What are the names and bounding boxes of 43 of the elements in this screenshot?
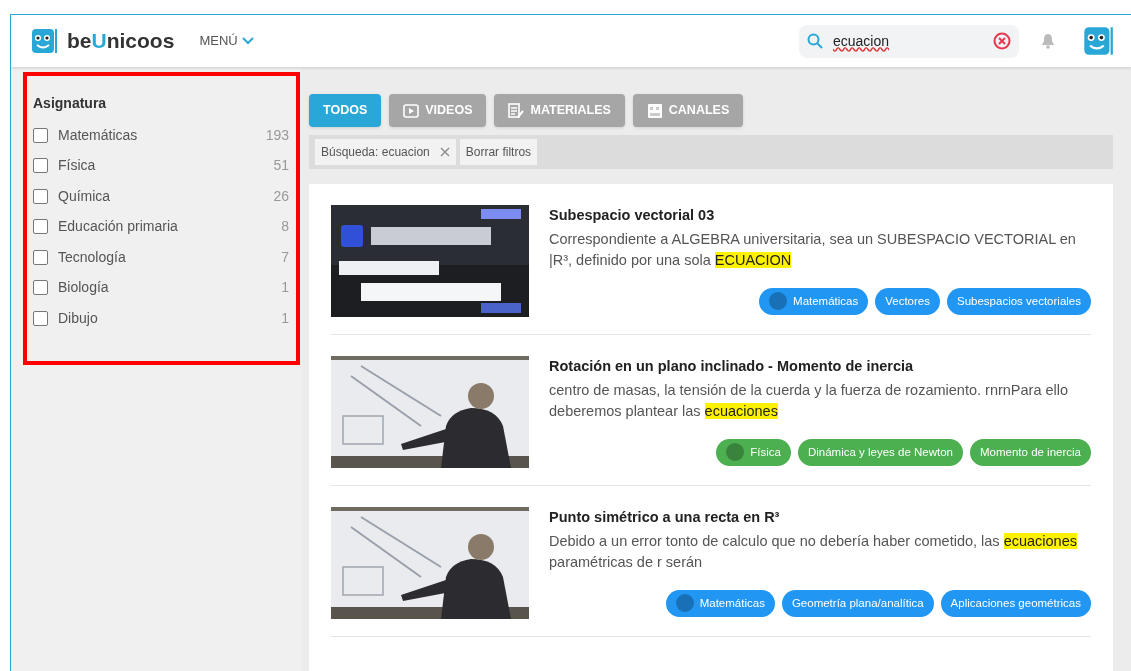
- item-count: 51: [273, 156, 289, 176]
- section-title: Asignatura: [33, 95, 108, 112]
- checkbox-label[interactable]: Matemáticas: [58, 124, 138, 146]
- clear-filters-button[interactable]: Borrar filtros: [459, 139, 538, 165]
- checkbox-label[interactable]: Dibujo: [58, 307, 98, 329]
- search-icon: [807, 33, 823, 49]
- checkbox-label[interactable]: Educación primaria: [58, 216, 178, 238]
- result-title[interactable]: Punto simétrico a una recta en R³: [549, 507, 1091, 529]
- close-icon[interactable]: [439, 147, 450, 157]
- checkbox[interactable]: [33, 158, 48, 174]
- clear-icon[interactable]: [993, 32, 1011, 50]
- result-description: centro de masas, la tensión de la cuerda y la fuerza de rozamiento. rnrnPara ello deberemos plantear las ecuaciones: [549, 380, 1070, 421]
- checkbox-label[interactable]: Física: [58, 155, 96, 177]
- item-count: 8: [281, 217, 289, 237]
- search-field[interactable]: ecuacion: [831, 29, 985, 53]
- video-icon: [403, 103, 420, 118]
- item-count: 1: [281, 278, 289, 298]
- checkbox[interactable]: [33, 249, 48, 265]
- brand-name[interactable]: beUnicoos: [67, 25, 175, 57]
- checkbox-label[interactable]: Tecnología: [58, 246, 126, 268]
- checkbox[interactable]: [33, 310, 48, 326]
- checkbox[interactable]: [33, 188, 48, 204]
- checkbox-label[interactable]: Química: [58, 185, 111, 207]
- item-count: 26: [273, 186, 289, 206]
- checkbox[interactable]: [33, 280, 48, 296]
- checkbox[interactable]: [33, 219, 48, 235]
- filter-chip[interactable]: Búsqueda: ecuacion: [315, 139, 456, 165]
- search-bar[interactable]: ecuacion: [799, 24, 1019, 58]
- avatar-icon[interactable]: [1083, 25, 1113, 57]
- item-count: 1: [281, 308, 289, 328]
- result-description: Correspondiente a ALGEBRA universitaria, sea un SUBESPACIO VECTORIAL en |R³, definido por una sola ECUACION: [549, 229, 1077, 270]
- result-title[interactable]: Rotación en un plano inclinado - Momento de inercia: [549, 356, 1091, 378]
- result-description: Debido a un error tonto de calculo que no debería haber cometido, las ecuaciones paramétricas de r serán: [549, 531, 1078, 572]
- grid-icon: [646, 102, 663, 119]
- document-icon: [508, 102, 525, 119]
- logo-icon: [31, 27, 57, 55]
- chevron-icon: [241, 37, 254, 45]
- result-title[interactable]: Subespacio vectorial 03: [549, 205, 1091, 227]
- menu-button[interactable]: MENÚ: [198, 30, 255, 52]
- item-count: 7: [281, 247, 289, 267]
- checkbox-label[interactable]: Biología: [58, 277, 109, 299]
- item-count: 193: [265, 125, 289, 145]
- checkbox[interactable]: [33, 127, 48, 143]
